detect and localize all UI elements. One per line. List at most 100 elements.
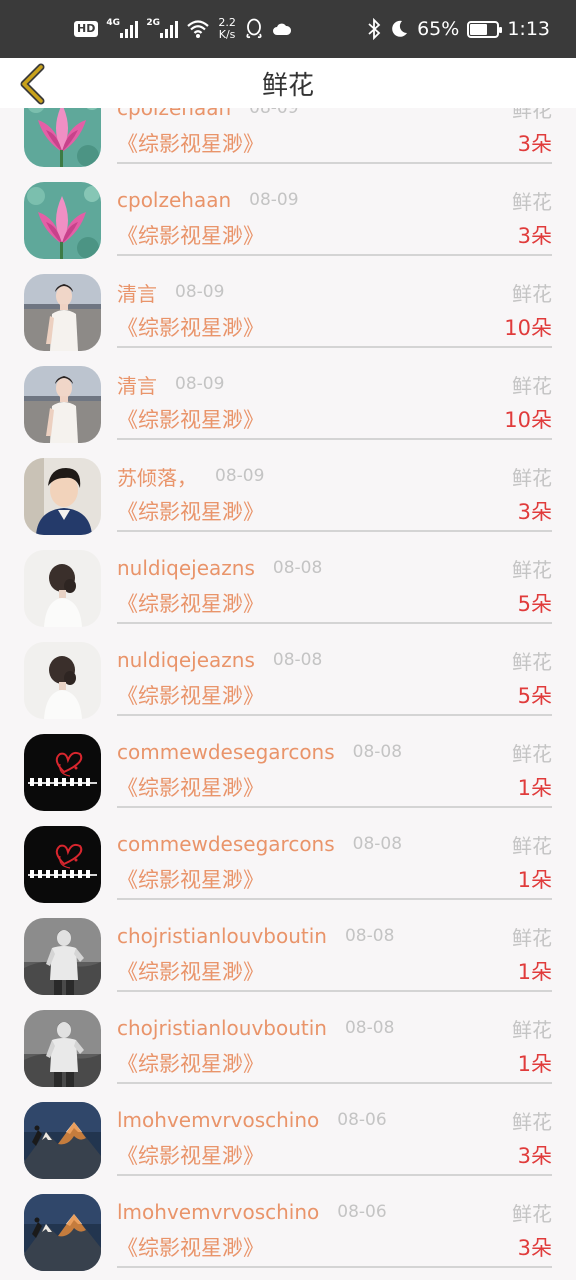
mountain-climber-avatar[interactable]	[24, 1102, 101, 1179]
back-button[interactable]	[10, 60, 54, 108]
show-name[interactable]: 《综影视星渺》	[117, 404, 264, 434]
record-date: 08-09	[249, 108, 299, 118]
bluetooth-icon	[367, 18, 381, 40]
record-detail: 《综影视星渺》 3朵	[117, 219, 552, 251]
gift-type: 鲜花	[512, 925, 552, 950]
mountain-climber-avatar[interactable]	[24, 1194, 101, 1271]
show-name[interactable]: 《综影视星渺》	[117, 128, 264, 158]
list-item[interactable]: commewdesegarcons 08-08 鲜花 《综影视星渺》 1朵	[0, 808, 576, 903]
page-title: 鲜花	[261, 70, 314, 101]
moon-icon	[389, 19, 409, 39]
record-header: lmohvemvrvoschino 08-06 鲜花	[117, 1105, 552, 1135]
man-portrait-avatar[interactable]	[24, 458, 101, 535]
show-name[interactable]: 《综影视星渺》	[117, 956, 264, 986]
record-header: cpolzehaan 08-09 鲜花	[117, 108, 552, 123]
gift-type: 鲜花	[512, 465, 552, 490]
username[interactable]: lmohvemvrvoschino	[117, 1108, 319, 1132]
username[interactable]: nuldiqejeazns	[117, 648, 255, 672]
list-item[interactable]: commewdesegarcons 08-08 鲜花 《综影视星渺》 1朵	[0, 716, 576, 811]
show-name[interactable]: 《综影视星渺》	[117, 772, 264, 802]
username[interactable]: cpolzehaan	[117, 108, 231, 120]
woman-back-avatar[interactable]	[24, 642, 101, 719]
username[interactable]: chojristianlouvboutin	[117, 1016, 327, 1040]
gift-type: 鲜花	[512, 1201, 552, 1226]
list-item[interactable]: 苏倾落， 08-09 鲜花 《综影视星渺》 3朵	[0, 440, 576, 535]
record-date: 08-09	[175, 282, 225, 302]
bw-man-avatar[interactable]	[24, 1010, 101, 1087]
username[interactable]: commewdesegarcons	[117, 740, 335, 764]
record-detail: 《综影视星渺》 10朵	[117, 311, 552, 343]
list-item[interactable]: cpolzehaan 08-09 鲜花 《综影视星渺》 3朵	[0, 108, 576, 167]
record-detail: 《综影视星渺》 10朵	[117, 403, 552, 435]
flower-count: 5朵	[517, 592, 552, 616]
username[interactable]: nuldiqejeazns	[117, 556, 255, 580]
show-name[interactable]: 《综影视星渺》	[117, 864, 264, 894]
signal-sim2-icon: 2G	[146, 18, 179, 38]
flower-count: 1朵	[517, 1052, 552, 1076]
flower-count: 3朵	[517, 500, 552, 524]
list-item[interactable]: chojristianlouvboutin 08-08 鲜花 《综影视星渺》 1…	[0, 992, 576, 1087]
gift-type: 鲜花	[512, 281, 552, 306]
hd-badge: HD	[74, 21, 99, 37]
red-heart-dark-avatar[interactable]	[24, 826, 101, 903]
lotus-avatar[interactable]	[24, 182, 101, 259]
list-item[interactable]: lmohvemvrvoschino 08-06 鲜花 《综影视星渺》 3朵	[0, 1084, 576, 1179]
record-date: 08-08	[344, 926, 395, 946]
record-date: 08-09	[175, 374, 225, 394]
gift-type: 鲜花	[512, 1017, 552, 1042]
woman-back-avatar[interactable]	[24, 550, 101, 627]
list-item[interactable]: cpolzehaan 08-09 鲜花 《综影视星渺》 3朵	[0, 164, 576, 259]
qq-penguin-icon	[244, 18, 264, 40]
record-header: 清言 08-09 鲜花	[117, 277, 552, 307]
clock: 1:13	[507, 18, 550, 40]
username[interactable]: 清言	[117, 370, 157, 399]
username[interactable]: 清言	[117, 278, 157, 307]
red-heart-dark-avatar[interactable]	[24, 734, 101, 811]
list-item[interactable]: 清言 08-09 鲜花 《综影视星渺》 10朵	[0, 256, 576, 351]
gift-type: 鲜花	[512, 108, 552, 122]
list-item[interactable]: lmohvemvrvoschino 08-06 鲜花 《综影视星渺》 3朵	[0, 1176, 576, 1271]
network-speed: 2.2 K/s	[218, 16, 236, 41]
divider	[117, 1266, 552, 1268]
show-name[interactable]: 《综影视星渺》	[117, 1232, 264, 1262]
status-right: 65% 1:13	[367, 18, 550, 40]
flower-record-list[interactable]: cpolzehaan 08-09 鲜花 《综影视星渺》 3朵 cpolzehaa…	[0, 108, 576, 1280]
flower-count: 5朵	[517, 684, 552, 708]
list-item[interactable]: nuldiqejeazns 08-08 鲜花 《综影视星渺》 5朵	[0, 532, 576, 627]
beach-woman-avatar[interactable]	[24, 366, 101, 443]
username[interactable]: lmohvemvrvoschino	[117, 1200, 319, 1224]
bw-man-avatar[interactable]	[24, 918, 101, 995]
show-name[interactable]: 《综影视星渺》	[117, 496, 264, 526]
gift-type: 鲜花	[512, 649, 552, 674]
record-detail: 《综影视星渺》 1朵	[117, 955, 552, 987]
record-detail: 《综影视星渺》 3朵	[117, 1139, 552, 1171]
record-date: 08-08	[352, 834, 403, 854]
list-item[interactable]: 清言 08-09 鲜花 《综影视星渺》 10朵	[0, 348, 576, 443]
list-item[interactable]: chojristianlouvboutin 08-08 鲜花 《综影视星渺》 1…	[0, 900, 576, 995]
beach-woman-avatar[interactable]	[24, 274, 101, 351]
show-name[interactable]: 《综影视星渺》	[117, 312, 264, 342]
chevron-left-icon	[20, 63, 45, 105]
flower-count: 3朵	[517, 132, 552, 156]
record-detail: 《综影视星渺》 5朵	[117, 587, 552, 619]
username[interactable]: commewdesegarcons	[117, 832, 335, 856]
username[interactable]: 苏倾落，	[117, 462, 197, 491]
battery-fill	[470, 23, 488, 35]
flower-count: 3朵	[517, 1144, 552, 1168]
cloud-icon	[272, 22, 292, 36]
username[interactable]: chojristianlouvboutin	[117, 924, 327, 948]
lotus-avatar[interactable]	[24, 108, 101, 167]
flower-count: 10朵	[504, 408, 552, 432]
list-item[interactable]: nuldiqejeazns 08-08 鲜花 《综影视星渺》 5朵	[0, 624, 576, 719]
show-name[interactable]: 《综影视星渺》	[117, 1140, 264, 1170]
battery-icon	[467, 20, 503, 38]
flower-count: 10朵	[504, 316, 552, 340]
flower-count: 1朵	[517, 868, 552, 892]
show-name[interactable]: 《综影视星渺》	[117, 220, 264, 250]
show-name[interactable]: 《综影视星渺》	[117, 680, 264, 710]
show-name[interactable]: 《综影视星渺》	[117, 1048, 264, 1078]
username[interactable]: cpolzehaan	[117, 188, 231, 212]
show-name[interactable]: 《综影视星渺》	[117, 588, 264, 618]
record-date: 08-09	[249, 190, 299, 210]
record-header: commewdesegarcons 08-08 鲜花	[117, 737, 552, 767]
